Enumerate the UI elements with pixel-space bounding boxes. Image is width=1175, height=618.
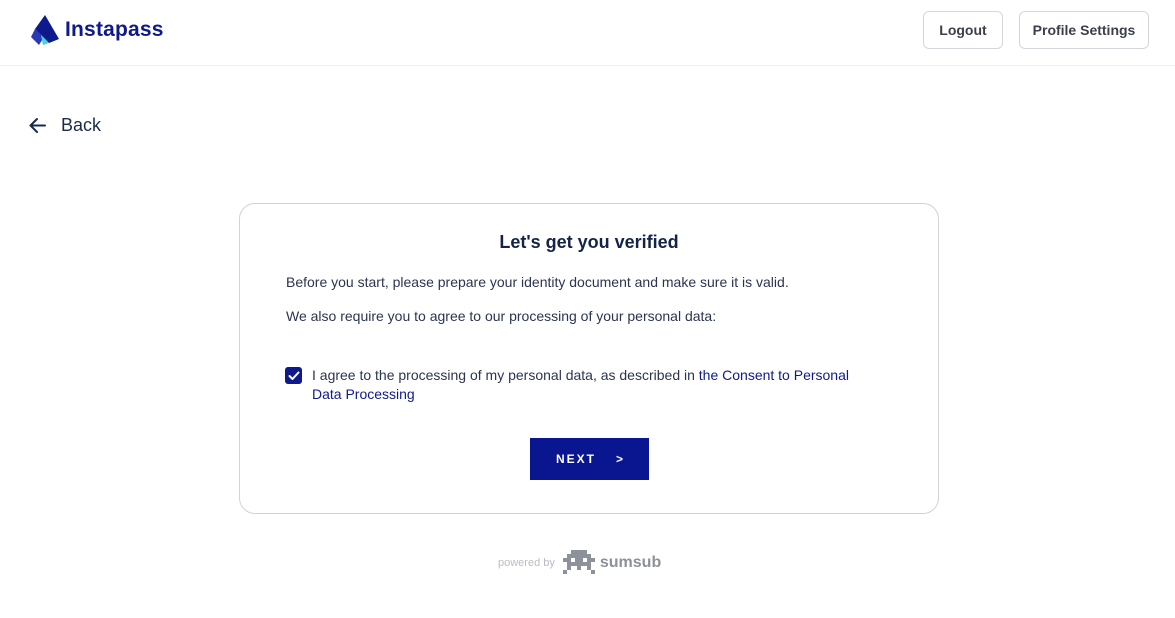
brand-logo[interactable]: Instapass [31,15,164,45]
verification-card: Let's get you verified Before you start,… [239,203,939,514]
consent-checkbox[interactable] [285,367,302,384]
consent-request-text: We also require you to agree to our proc… [286,308,717,324]
chevron-right-icon: > [616,452,624,466]
consent-label-text: I agree to the processing of my personal… [312,367,699,383]
next-button[interactable]: NEXT > [530,438,649,480]
sumsub-wordmark: sumsub [599,554,662,571]
back-link[interactable]: Back [28,115,101,136]
logout-button[interactable]: Logout [923,11,1003,49]
consent-label[interactable]: I agree to the processing of my personal… [312,366,865,404]
brand-name: Instapass [65,18,164,41]
checkmark-icon [288,371,299,380]
sumsub-logo-icon [562,550,595,574]
instapass-logo-icon [31,15,59,45]
powered-by: powered by sumsub [498,550,661,576]
next-label: NEXT [555,452,596,466]
powered-by-label: powered by [498,557,555,569]
arrow-left-icon [29,118,46,133]
profile-settings-button[interactable]: Profile Settings [1019,11,1149,49]
back-label: Back [61,115,102,135]
instruction-text: Before you start, please prepare your id… [286,274,789,290]
consent-row: I agree to the processing of my personal… [285,366,865,404]
top-bar: Instapass Logout Profile Settings [0,0,1175,66]
card-title: Let's get you verified [499,232,679,252]
